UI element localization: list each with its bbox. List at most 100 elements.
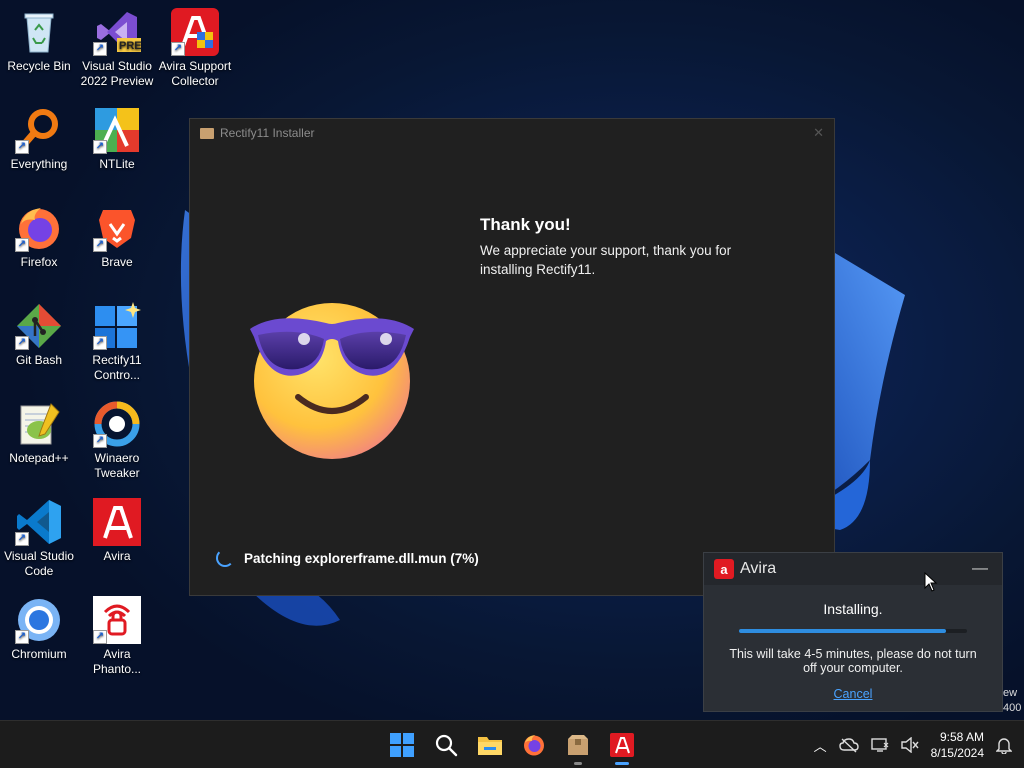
desktop-icon-label: Rectify11 Contro... — [92, 353, 142, 382]
desktop-icon-vscode[interactable]: ↗ Visual Studio Code — [0, 498, 78, 579]
desktop-icon-avira[interactable]: Avira — [78, 498, 156, 564]
preview-badge: PRE — [119, 40, 142, 52]
shortcut-arrow-icon: ↗ — [15, 630, 29, 644]
desktop-icon-chromium[interactable]: ↗ Chromium — [0, 596, 78, 662]
sunglasses-emoji-icon — [250, 303, 414, 459]
shortcut-arrow-icon: ↗ — [15, 238, 29, 252]
package-icon — [200, 127, 214, 139]
taskbar-rectify11-installer[interactable] — [562, 729, 594, 765]
minimize-icon[interactable]: — — [972, 560, 988, 578]
search-icon — [435, 734, 458, 757]
desktop-icon-label: Avira Phanto... — [92, 647, 142, 676]
clock-date: 8/15/2024 — [930, 746, 984, 760]
desktop-icon-label: Avira — [103, 549, 131, 563]
desktop-icon-avira-phantom[interactable]: ↗ Avira Phanto... — [78, 596, 156, 677]
close-icon[interactable]: ✕ — [813, 125, 824, 141]
ntlite-icon: ↗ — [93, 106, 141, 154]
shortcut-arrow-icon: ↗ — [93, 238, 107, 252]
avira-phantom-icon: ↗ — [93, 596, 141, 644]
taskbar-apps — [386, 729, 638, 765]
shortcut-arrow-icon: ↗ — [93, 434, 107, 448]
avira-support-icon: ↗ — [171, 8, 219, 56]
shortcut-arrow-icon: ↗ — [93, 42, 107, 56]
installer-title: Rectify11 Installer — [220, 126, 315, 140]
desktop-icon-everything[interactable]: ↗ Everything — [0, 106, 78, 172]
clock-time: 9:58 AM — [939, 730, 984, 744]
chevron-up-icon[interactable]: ︿ — [814, 736, 827, 755]
thank-you-heading: Thank you! — [480, 215, 571, 234]
shortcut-arrow-icon: ↗ — [15, 532, 29, 546]
installer-titlebar[interactable]: Rectify11 Installer ✕ — [190, 119, 834, 147]
start-button[interactable] — [386, 729, 418, 761]
watermark-line-2: 400 — [1003, 702, 1022, 714]
desktop-icon-label: Recycle Bin — [7, 59, 71, 73]
volume-muted-icon[interactable] — [900, 737, 919, 753]
shortcut-arrow-icon: ↗ — [93, 140, 107, 154]
avira-popup-title: Avira — [740, 560, 777, 577]
desktop-icon-label: Brave — [101, 255, 133, 269]
recycle-bin-icon — [15, 8, 63, 56]
taskbar-avira[interactable] — [606, 729, 638, 765]
shortcut-arrow-icon: ↗ — [15, 140, 29, 154]
mouse-cursor-icon — [924, 572, 938, 592]
desktop-icon-recycle-bin[interactable]: Recycle Bin — [0, 8, 78, 74]
avira-progress-bar — [739, 629, 967, 633]
desktop-icon-avira-support[interactable]: ↗ Avira Support Collector — [156, 8, 234, 89]
desktop-icon-git-bash[interactable]: ↗ Git Bash — [0, 302, 78, 368]
desktop-icon-ntlite[interactable]: ↗ NTLite — [78, 106, 156, 172]
desktop-icon-rectify11-control[interactable]: ↗ Rectify11 Contro... — [78, 302, 156, 383]
avira-icon — [93, 498, 141, 546]
avira-status: Installing. — [823, 601, 883, 617]
taskbar: ︿ 9:58 AM 8/15/2024 — [0, 720, 1024, 768]
desktop-icon-brave[interactable]: ↗ Brave — [78, 204, 156, 270]
desktop-icon-label: Avira Support Collector — [158, 59, 232, 88]
notepad-plus-plus-icon — [15, 400, 63, 448]
clock[interactable]: 9:58 AM 8/15/2024 — [931, 729, 984, 761]
desktop-icon-label: Git Bash — [15, 353, 63, 367]
desktop-icon-label: Visual Studio Code — [4, 549, 74, 578]
shortcut-arrow-icon: ↗ — [171, 42, 185, 56]
desktop-icon-label: Visual Studio 2022 Preview — [80, 59, 154, 88]
desktop-icon-notepad-plus-plus[interactable]: Notepad++ — [0, 400, 78, 466]
taskbar-firefox[interactable] — [518, 729, 550, 761]
desktop-icon-visual-studio-preview[interactable]: PRE ↗ Visual Studio 2022 Preview — [78, 8, 156, 89]
vscode-icon: ↗ — [15, 498, 63, 546]
watermark-line-1: ew — [1003, 687, 1018, 699]
avira-install-popup: a Avira — Installing. This will take 4-5… — [703, 552, 1003, 712]
desktop-icon-firefox[interactable]: ↗ Firefox — [0, 204, 78, 270]
installer-window: Rectify11 Installer ✕ Thank you! We appr… — [189, 118, 835, 596]
package-icon — [568, 735, 588, 755]
avira-icon — [610, 733, 634, 757]
onedrive-offline-icon[interactable] — [838, 737, 859, 753]
active-indicator — [615, 762, 629, 765]
search-button[interactable] — [430, 729, 462, 761]
brave-icon: ↗ — [93, 204, 141, 252]
visual-studio-preview-icon: PRE ↗ — [93, 8, 142, 56]
desktop-icon-label: NTLite — [99, 157, 135, 171]
wallpaper-watermark: ew 400 — [1003, 686, 1021, 716]
avira-popup-header: a Avira — — [704, 553, 1002, 585]
desktop-icon-label: Chromium — [11, 647, 67, 661]
desktop-icon-winaero-tweaker[interactable]: ↗ Winaero Tweaker — [78, 400, 156, 481]
shortcut-arrow-icon: ↗ — [15, 336, 29, 350]
taskbar-file-explorer[interactable] — [474, 729, 506, 761]
rectify11-control-icon: ↗ — [93, 302, 141, 350]
notification-bell-icon[interactable] — [996, 736, 1012, 754]
git-bash-icon: ↗ — [15, 302, 63, 350]
windows-start-icon — [390, 733, 414, 757]
avira-message: This will take 4-5 minutes, please do no… — [729, 647, 977, 675]
firefox-icon: ↗ — [15, 204, 63, 252]
cancel-link[interactable]: Cancel — [834, 687, 873, 701]
system-tray: ︿ 9:58 AM 8/15/2024 — [814, 721, 1024, 768]
network-icon[interactable] — [870, 737, 889, 753]
firefox-icon — [524, 735, 544, 756]
shortcut-arrow-icon: ↗ — [93, 630, 107, 644]
avira-logo-icon: a — [714, 559, 734, 579]
folder-icon — [478, 737, 502, 755]
desktop-icon-label: Firefox — [20, 255, 58, 269]
desktop-icon-label: Winaero Tweaker — [94, 451, 140, 480]
running-indicator — [574, 762, 582, 765]
everything-search-icon: ↗ — [15, 106, 63, 154]
shortcut-arrow-icon: ↗ — [93, 336, 107, 350]
install-status-text: Patching explorerframe.dll.mun (7%) — [244, 550, 479, 566]
